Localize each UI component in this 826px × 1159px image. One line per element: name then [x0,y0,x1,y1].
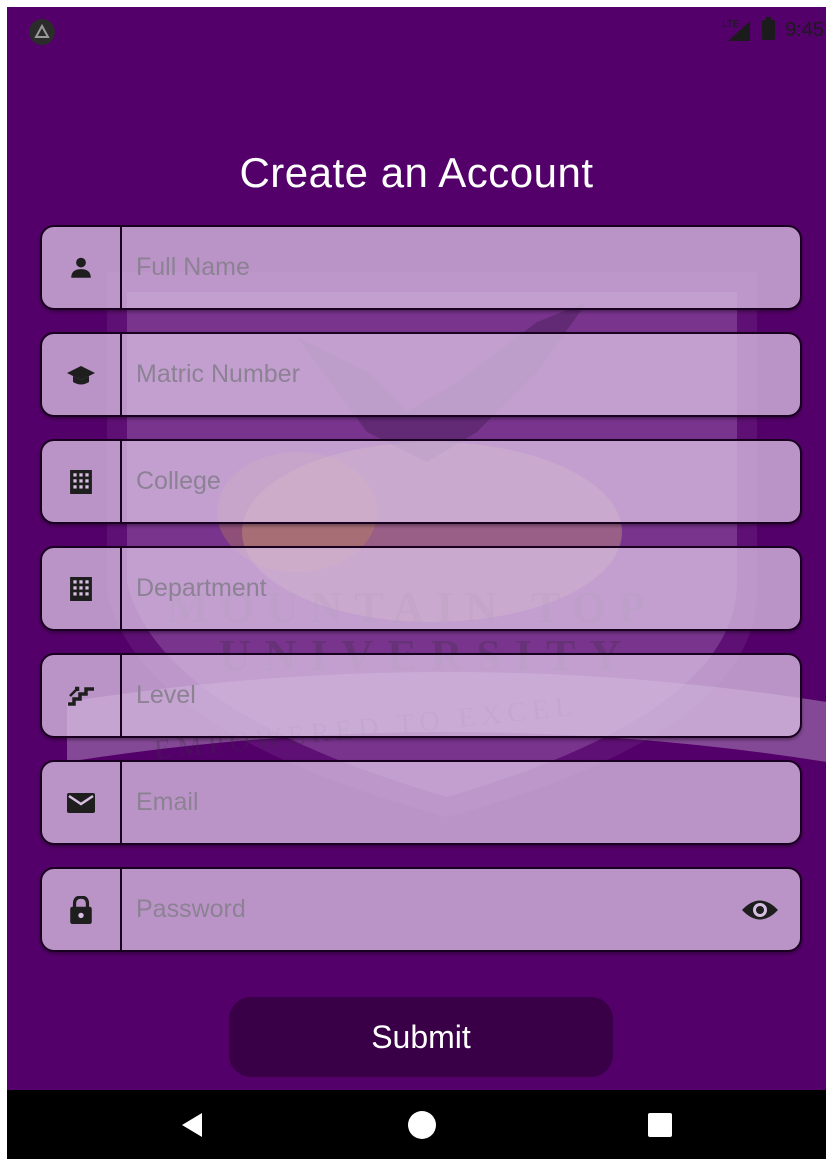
graduation-cap-icon [67,365,95,384]
battery-icon [762,17,776,40]
eye-icon[interactable] [738,895,782,925]
app-screen: LTE 9:45 MOUNTAIN TOP UNIVERSITY EMPOWER… [7,7,826,1090]
password-icon-box [42,869,122,950]
email-field [40,760,802,845]
status-bar: LTE 9:45 [722,15,824,45]
department-icon-box [42,548,122,629]
email-input[interactable] [136,762,720,843]
building-icon [70,576,92,601]
status-time: 9:45 [785,18,824,41]
building-icon [70,469,92,494]
back-icon[interactable] [147,1090,237,1159]
home-icon[interactable] [377,1090,467,1159]
email-icon [67,792,95,813]
email-icon-box [42,762,122,843]
page-title: Create an Account [239,149,594,196]
full-name-field [40,225,802,310]
lte-signal-icon: LTE [722,18,752,42]
matric-number-field [40,332,802,417]
level-field [40,653,802,738]
matric-number-input[interactable] [136,334,720,415]
full-name-icon-box [42,227,122,308]
person-icon [71,257,91,278]
navigation-bar [7,1090,826,1159]
college-input[interactable] [136,441,720,522]
recents-icon[interactable] [615,1090,705,1159]
stairs-icon [68,686,94,706]
department-field [40,546,802,631]
college-field [40,439,802,524]
submit-button[interactable]: Submit [229,997,613,1077]
full-name-input[interactable] [136,227,720,308]
level-icon-box [42,655,122,736]
password-input[interactable] [136,869,720,950]
level-input[interactable] [136,655,720,736]
app-notification-icon [29,19,55,45]
college-icon-box [42,441,122,522]
lock-icon [70,895,92,924]
password-field [40,867,802,952]
department-input[interactable] [136,548,720,629]
matric-icon-box [42,334,122,415]
